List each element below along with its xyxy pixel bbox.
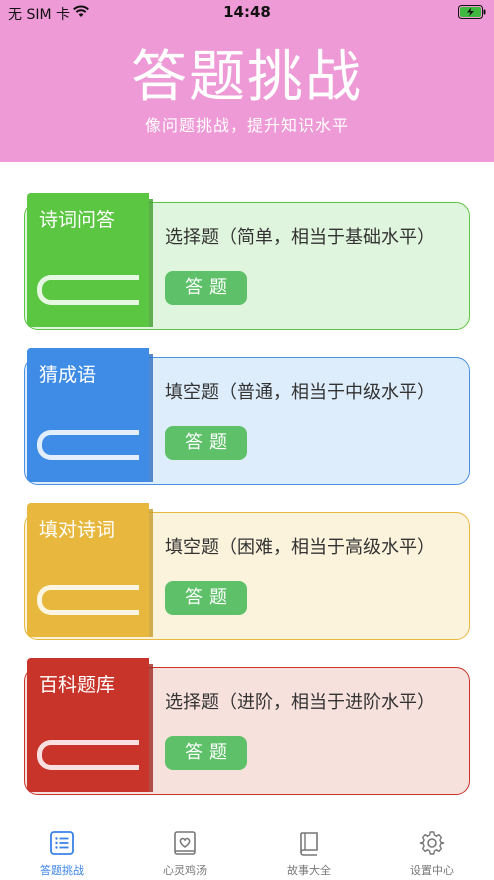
page-subtitle: 像问题挑战，提升知识水平	[144, 116, 349, 135]
answer-button[interactable]: 答题	[165, 581, 247, 615]
tab-label: 心灵鸡汤	[163, 864, 207, 877]
battery-charging-icon	[458, 5, 486, 19]
book-icon: 填对诗词	[27, 503, 153, 637]
gear-icon	[419, 831, 445, 855]
card-title: 猜成语	[39, 364, 97, 386]
heart-card-icon	[174, 831, 196, 855]
book-pages	[37, 585, 139, 615]
book-icon: 诗词问答	[27, 193, 153, 327]
tab-label: 设置中心	[410, 864, 454, 877]
book-edge	[149, 509, 153, 637]
answer-button[interactable]: 答题	[165, 736, 247, 770]
card-description: 选择题（简单，相当于基础水平）	[165, 227, 435, 248]
card-title: 百科题库	[39, 674, 116, 696]
status-bar: 无 SIM 卡 14:48	[0, 0, 494, 26]
book-icon: 猜成语	[27, 348, 153, 482]
tab-label: 故事大全	[287, 864, 331, 877]
card-title: 填对诗词	[39, 519, 116, 541]
tab-bar: 答题挑战 心灵鸡汤 故事大全 设置中心	[0, 822, 494, 880]
book-icon	[300, 832, 318, 856]
book-pages	[37, 740, 139, 770]
book-edge	[149, 664, 153, 792]
book-edge	[149, 199, 153, 327]
list-icon	[50, 831, 74, 855]
answer-button[interactable]: 答题	[165, 271, 247, 305]
header: 无 SIM 卡 14:48 答题挑战 像问题挑战，提升知识水平	[0, 0, 494, 162]
tab-label: 答题挑战	[40, 864, 84, 877]
card-description: 填空题（困难，相当于高级水平）	[165, 537, 435, 558]
book-edge	[149, 354, 153, 482]
book-icon: 百科题库	[27, 658, 153, 792]
card-title: 诗词问答	[39, 209, 116, 231]
tab-quiz[interactable]: 答题挑战	[0, 830, 124, 880]
tab-settings[interactable]: 设置中心	[370, 830, 494, 880]
book-pages	[37, 430, 139, 460]
quiz-card-fill-poem[interactable]: 填对诗词 填空题（困难，相当于高级水平） 答题	[24, 503, 470, 640]
quiz-card-idiom[interactable]: 猜成语 填空题（普通，相当于中级水平） 答题	[24, 348, 470, 485]
page-title: 答题挑战	[131, 45, 363, 110]
quiz-card-encyclopedia[interactable]: 百科题库 选择题（进阶，相当于进阶水平） 答题	[24, 658, 470, 795]
answer-button[interactable]: 答题	[165, 426, 247, 460]
quiz-card-poetry[interactable]: 诗词问答 选择题（简单，相当于基础水平） 答题	[24, 193, 470, 330]
tab-stories[interactable]: 故事大全	[247, 830, 371, 880]
tab-inspiration[interactable]: 心灵鸡汤	[123, 830, 247, 880]
card-description: 选择题（进阶，相当于进阶水平）	[165, 692, 435, 713]
card-description: 填空题（普通，相当于中级水平）	[165, 382, 435, 403]
clock: 14:48	[223, 3, 271, 21]
book-pages	[37, 275, 139, 305]
